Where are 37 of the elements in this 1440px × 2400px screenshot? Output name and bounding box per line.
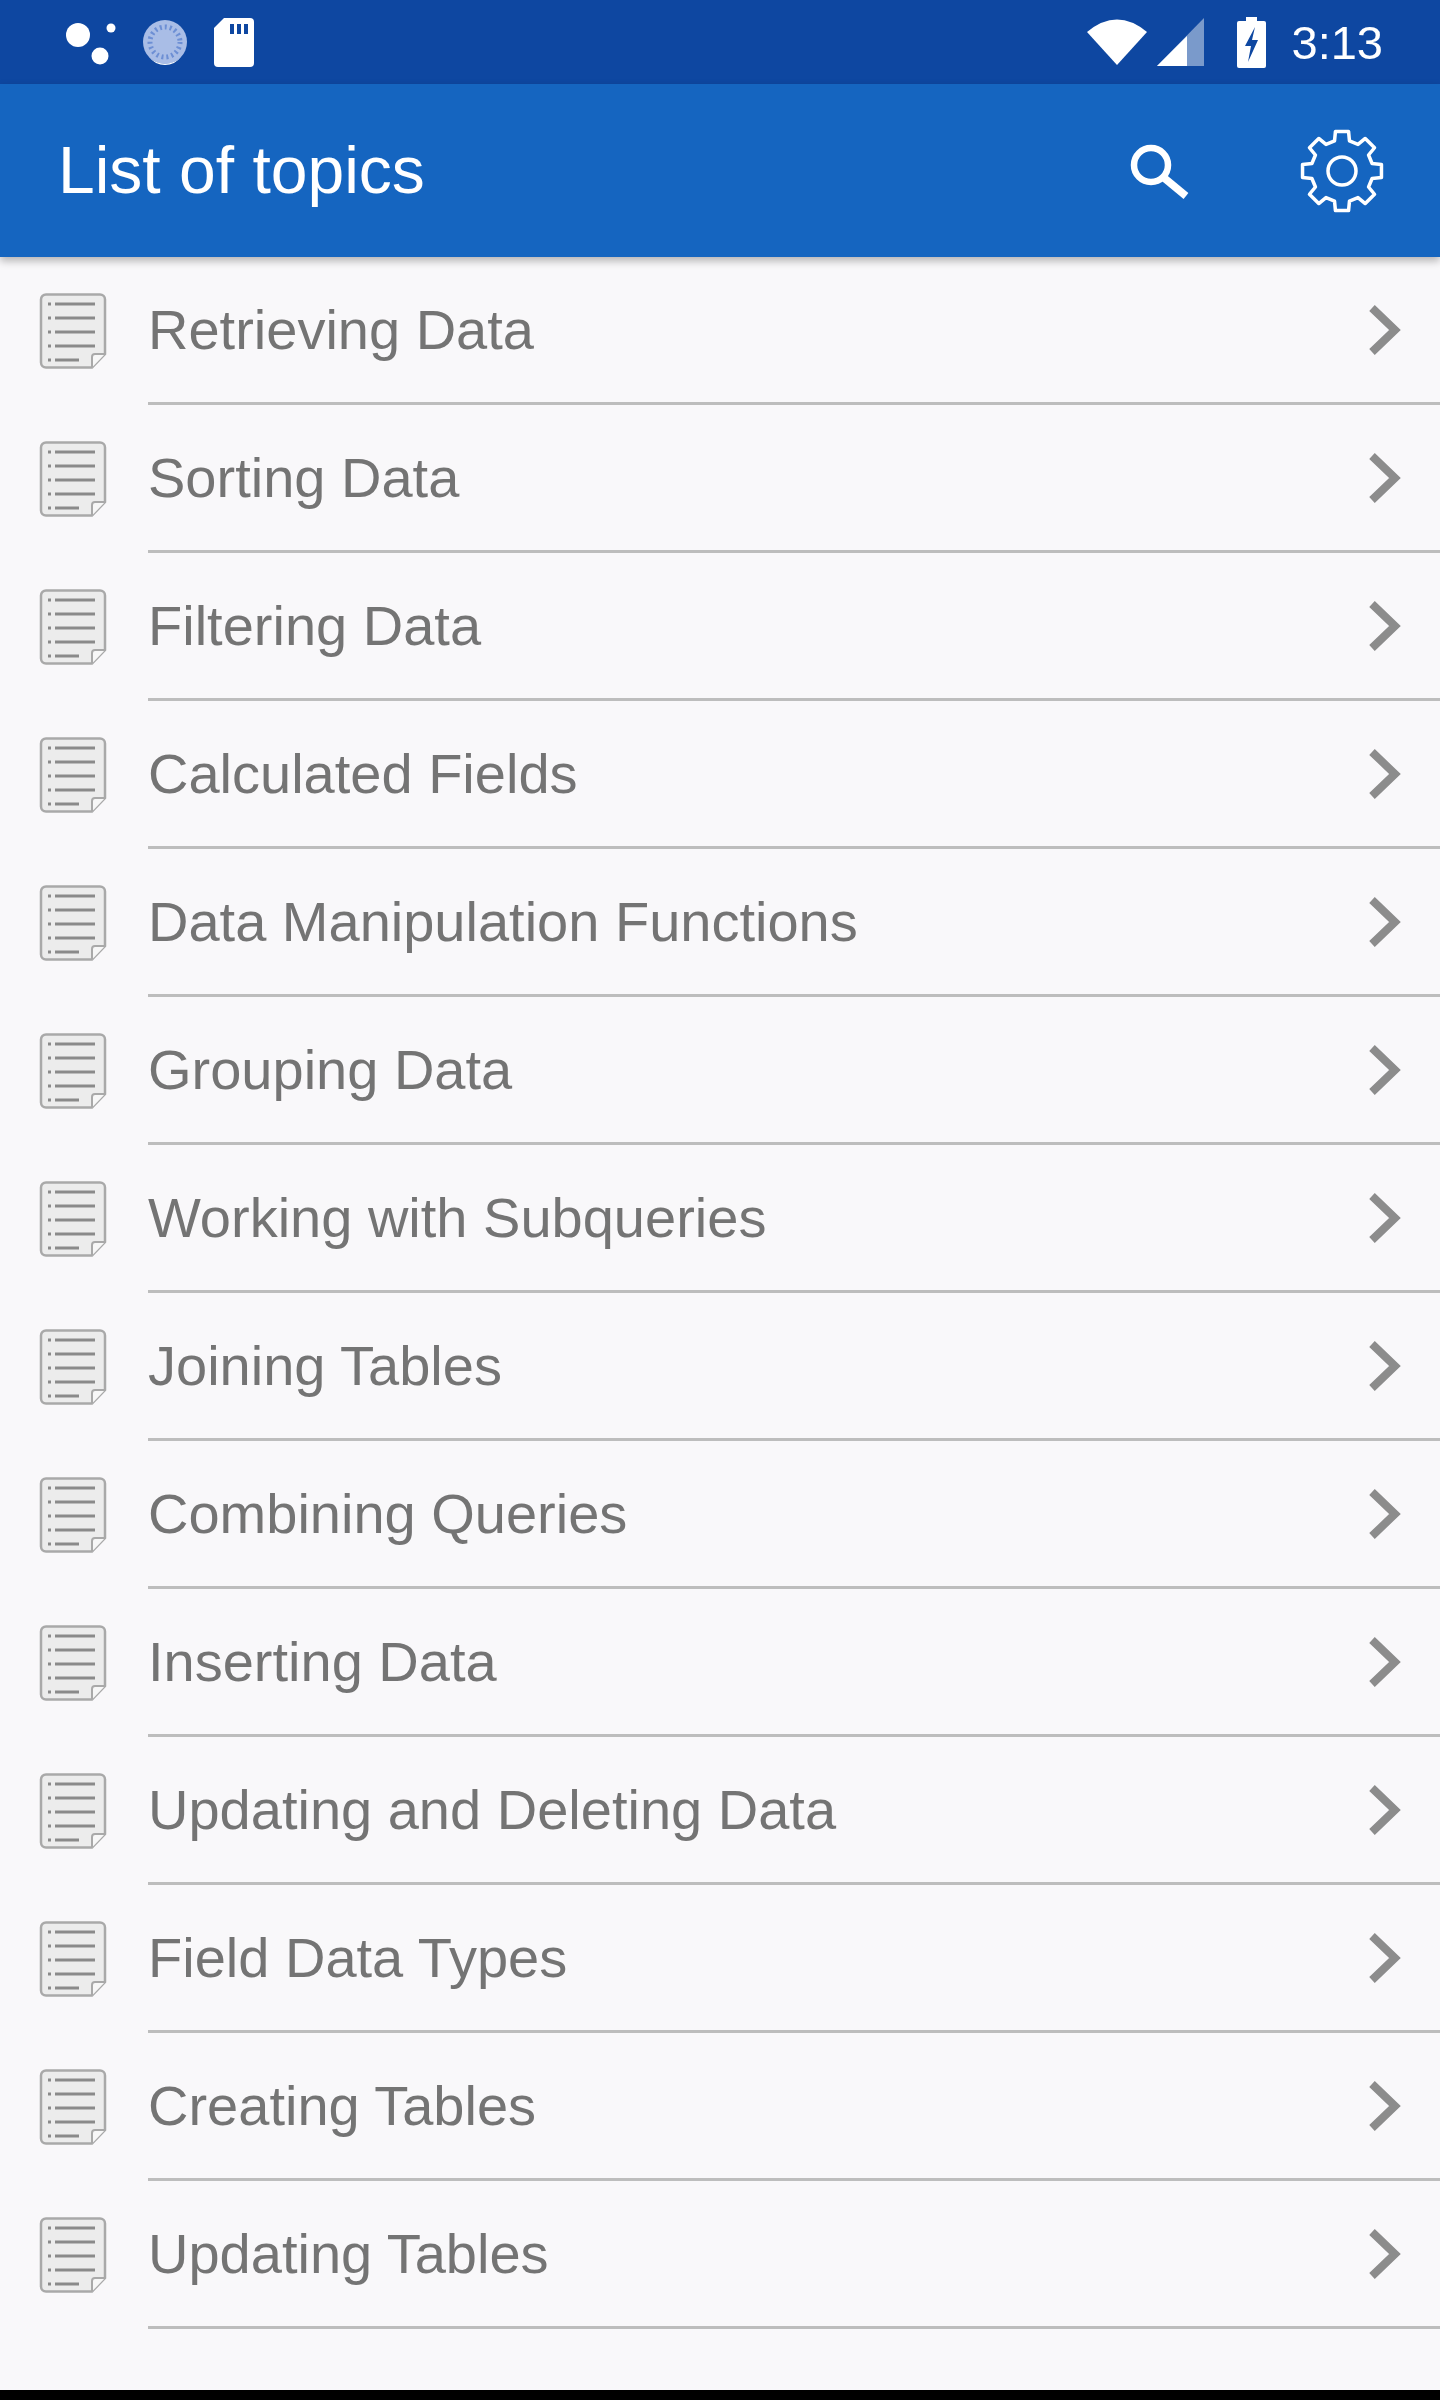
circle-icon	[140, 19, 190, 65]
document-icon	[39, 1477, 107, 1553]
document-icon	[39, 1033, 107, 1109]
topic-list-item[interactable]: Updating Tables	[0, 2181, 1440, 2329]
document-icon	[39, 1625, 107, 1701]
topic-list-item[interactable]: Filtering Data	[0, 553, 1440, 701]
signal-icon	[1156, 18, 1204, 66]
search-icon[interactable]	[1128, 142, 1190, 199]
document-icon	[39, 1329, 107, 1405]
topic-list-item[interactable]: Inserting Data	[0, 1589, 1440, 1737]
document-icon	[39, 737, 107, 813]
topic-list-item[interactable]: Data Manipulation Functions	[0, 849, 1440, 997]
battery-charging-icon	[1236, 16, 1266, 68]
topic-list-item[interactable]: Creating Tables	[0, 2033, 1440, 2181]
document-icon	[39, 1921, 107, 1997]
status-time: 3:13	[1291, 18, 1383, 66]
settings-icon[interactable]	[1298, 127, 1386, 214]
app-title: List of topics	[58, 134, 425, 207]
topic-list-item[interactable]: Working with Subqueries	[0, 1145, 1440, 1293]
document-icon	[39, 1773, 107, 1849]
topic-list-item[interactable]: Joining Tables	[0, 1293, 1440, 1441]
document-icon	[39, 589, 107, 665]
topic-list-item[interactable]: Sorting Data	[0, 405, 1440, 553]
document-icon	[39, 2069, 107, 2145]
document-icon	[39, 293, 107, 369]
document-icon	[39, 1181, 107, 1257]
topic-list-item[interactable]: Combining Queries	[0, 1441, 1440, 1589]
topic-list-item[interactable]: Calculated Fields	[0, 701, 1440, 849]
document-icon	[39, 885, 107, 961]
wifi-icon	[1086, 19, 1147, 65]
sd-card-icon	[214, 17, 254, 67]
document-icon	[39, 2217, 107, 2293]
topic-list-item[interactable]: Updating and Deleting Data	[0, 1737, 1440, 1885]
topic-list-item[interactable]: Field Data Types	[0, 1885, 1440, 2033]
document-icon	[39, 441, 107, 517]
topic-list-item[interactable]: Retrieving Data	[0, 257, 1440, 405]
topic-list-item[interactable]: Grouping Data	[0, 997, 1440, 1145]
